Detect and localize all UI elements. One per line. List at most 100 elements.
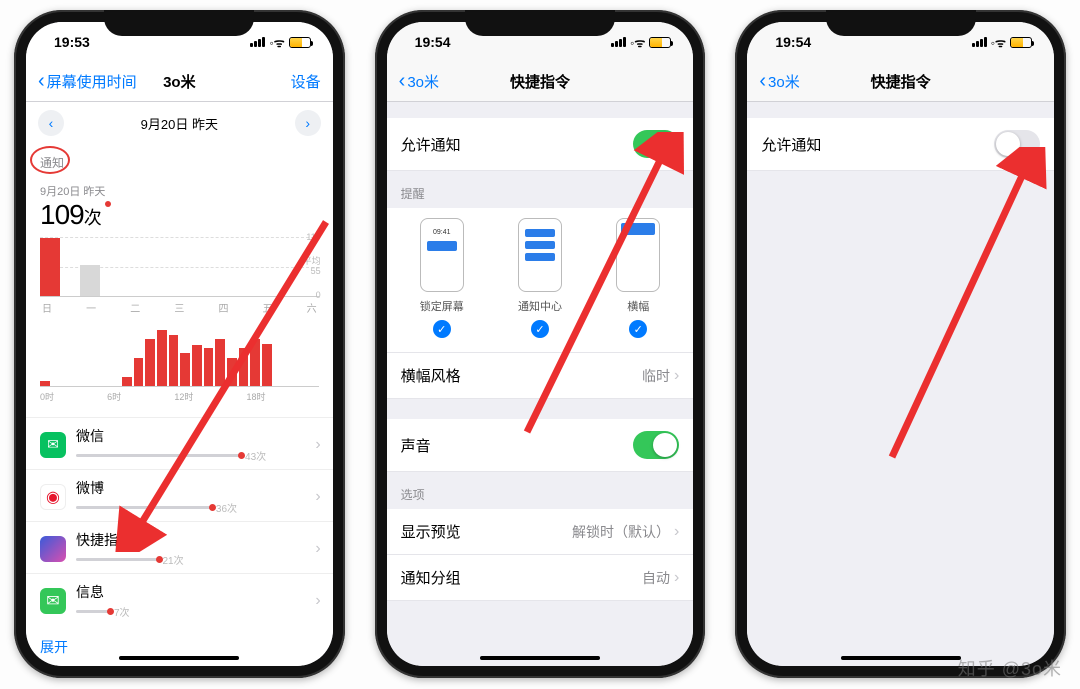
app-name: 微博 xyxy=(76,478,319,498)
nav-back-label: 3o米 xyxy=(768,71,800,92)
nav-bar: ‹3o米 快捷指令 xyxy=(747,62,1054,102)
banner-style-label: 横幅风格 xyxy=(401,365,461,386)
alert-notification-center[interactable]: 通知中心 ✓ xyxy=(518,218,562,338)
messages-icon: ✉ xyxy=(40,588,66,614)
weekday-axis: 日一二三四五六 xyxy=(40,297,319,315)
banner-style-value: 临时 xyxy=(642,366,670,386)
alert-lock-label: 锁定屏幕 xyxy=(420,298,464,314)
prev-day-button[interactable]: ‹ xyxy=(38,110,64,136)
app-name: 快捷指令 xyxy=(76,530,319,550)
nav-back[interactable]: ‹3o米 xyxy=(399,70,439,93)
banner-style-row[interactable]: 横幅风格 临时› xyxy=(387,353,694,399)
status-time: 19:54 xyxy=(415,34,451,50)
current-day-label: 9月20日 昨天 xyxy=(141,114,218,133)
alert-banner[interactable]: 横幅 ✓ xyxy=(616,218,660,338)
notch xyxy=(826,10,976,36)
wifi-icon: ◦ᯤ xyxy=(269,34,284,51)
notch xyxy=(104,10,254,36)
nav-devices[interactable]: 设备 xyxy=(291,71,321,92)
chevron-right-icon: › xyxy=(674,569,679,587)
nav-bar: ‹3o米 快捷指令 xyxy=(387,62,694,102)
banner-preview-icon xyxy=(616,218,660,292)
chevron-right-icon: › xyxy=(315,488,320,506)
app-count: 43次 xyxy=(245,448,266,463)
chevron-right-icon: › xyxy=(674,367,679,385)
signal-icon xyxy=(972,37,987,47)
allow-notifications-row: 允许通知 xyxy=(747,118,1054,171)
app-row-shortcuts[interactable]: 快捷指令 21次 › xyxy=(26,521,333,573)
nav-back[interactable]: ‹屏幕使用时间 xyxy=(38,70,137,93)
red-circle-annotation xyxy=(30,146,70,174)
battery-icon xyxy=(289,37,311,48)
app-count: 7次 xyxy=(114,604,130,619)
check-icon: ✓ xyxy=(433,320,451,338)
nav-back-label: 屏幕使用时间 xyxy=(47,71,137,92)
wifi-icon: ◦ᯤ xyxy=(630,34,645,51)
app-notification-list: ✉ 微信43次 › ◉ 微博36次 › 快捷指令21次 › ✉ 信息7次 xyxy=(26,417,333,666)
home-indicator[interactable] xyxy=(480,656,600,660)
nav-title: 快捷指令 xyxy=(510,71,570,92)
show-preview-row[interactable]: 显示预览 解锁时（默认）› xyxy=(387,509,694,555)
app-name: 微信 xyxy=(76,426,319,446)
check-icon: ✓ xyxy=(629,320,647,338)
nav-title: 快捷指令 xyxy=(871,71,931,92)
status-time: 19:53 xyxy=(54,34,90,50)
group-alerts: 提醒 xyxy=(387,171,694,208)
app-count: 36次 xyxy=(216,500,237,515)
y-avg-val: 55 xyxy=(311,266,321,276)
grouping-value: 自动 xyxy=(642,568,670,588)
phone-screen-time: 19:53 ◦ᯤ ‹屏幕使用时间 3o米 设备 ‹ 9月20日 昨天 › 通知 xyxy=(14,10,345,678)
notification-grouping-row[interactable]: 通知分组 自动› xyxy=(387,555,694,601)
next-day-button[interactable]: › xyxy=(295,110,321,136)
chevron-right-icon: › xyxy=(315,436,320,454)
weekly-chart: 110 平均55 0 日一二三四五六 xyxy=(26,235,333,321)
show-preview-value: 解锁时（默认） xyxy=(572,522,670,542)
chevron-left-icon: ‹ xyxy=(38,70,45,93)
alert-lock-screen[interactable]: 09:41 锁定屏幕 ✓ xyxy=(420,218,464,338)
allow-notifications-toggle[interactable] xyxy=(633,130,679,158)
app-name: 信息 xyxy=(76,582,319,602)
notification-summary[interactable]: 9月20日 昨天 109次 xyxy=(26,177,333,235)
chevron-right-icon: › xyxy=(315,540,320,558)
home-indicator[interactable] xyxy=(841,656,961,660)
app-row-weibo[interactable]: ◉ 微博 36次 › xyxy=(26,469,333,521)
y-min: 0 xyxy=(316,290,321,300)
notch xyxy=(465,10,615,36)
app-count: 21次 xyxy=(163,552,184,567)
shortcuts-icon xyxy=(40,536,66,562)
battery-icon xyxy=(1010,37,1032,48)
allow-notifications-toggle[interactable] xyxy=(994,130,1040,158)
signal-icon xyxy=(611,37,626,47)
sound-label: 声音 xyxy=(401,435,431,456)
alert-banner-label: 横幅 xyxy=(627,298,649,314)
section-notifications: 通知 xyxy=(26,144,333,177)
alert-styles: 09:41 锁定屏幕 ✓ 通知中心 ✓ 横幅 ✓ xyxy=(387,208,694,353)
group-options: 选项 xyxy=(387,472,694,509)
phone-notification-settings-on: 19:54 ◦ᯤ ‹3o米 快捷指令 允许通知 提醒 09:41 锁定屏幕 xyxy=(375,10,706,678)
app-row-messages[interactable]: ✉ 信息 7次 › xyxy=(26,573,333,625)
allow-notifications-label: 允许通知 xyxy=(761,134,821,155)
nav-back[interactable]: ‹3o米 xyxy=(759,70,799,93)
phone-notification-settings-off: 19:54 ◦ᯤ ‹3o米 快捷指令 允许通知 xyxy=(735,10,1066,678)
battery-icon xyxy=(649,37,671,48)
alert-nc-label: 通知中心 xyxy=(518,298,562,314)
show-preview-label: 显示预览 xyxy=(401,521,461,542)
chevron-right-icon: › xyxy=(674,523,679,541)
home-indicator[interactable] xyxy=(119,656,239,660)
nav-bar: ‹屏幕使用时间 3o米 设备 xyxy=(26,62,333,102)
allow-notifications-label: 允许通知 xyxy=(401,134,461,155)
red-dot-icon xyxy=(105,201,111,207)
grouping-label: 通知分组 xyxy=(401,567,461,588)
lock-screen-preview-icon: 09:41 xyxy=(420,218,464,292)
y-max: 110 xyxy=(306,232,320,242)
watermark: 知乎 @3o米 xyxy=(958,655,1062,681)
chevron-left-icon: ‹ xyxy=(399,70,406,93)
app-row-wechat[interactable]: ✉ 微信43次 › xyxy=(26,417,333,469)
notification-center-preview-icon xyxy=(518,218,562,292)
sound-toggle[interactable] xyxy=(633,431,679,459)
sound-row: 声音 xyxy=(387,419,694,472)
weibo-icon: ◉ xyxy=(40,484,66,510)
signal-icon xyxy=(250,37,265,47)
allow-notifications-row: 允许通知 xyxy=(387,118,694,171)
chevron-right-icon: › xyxy=(315,592,320,610)
